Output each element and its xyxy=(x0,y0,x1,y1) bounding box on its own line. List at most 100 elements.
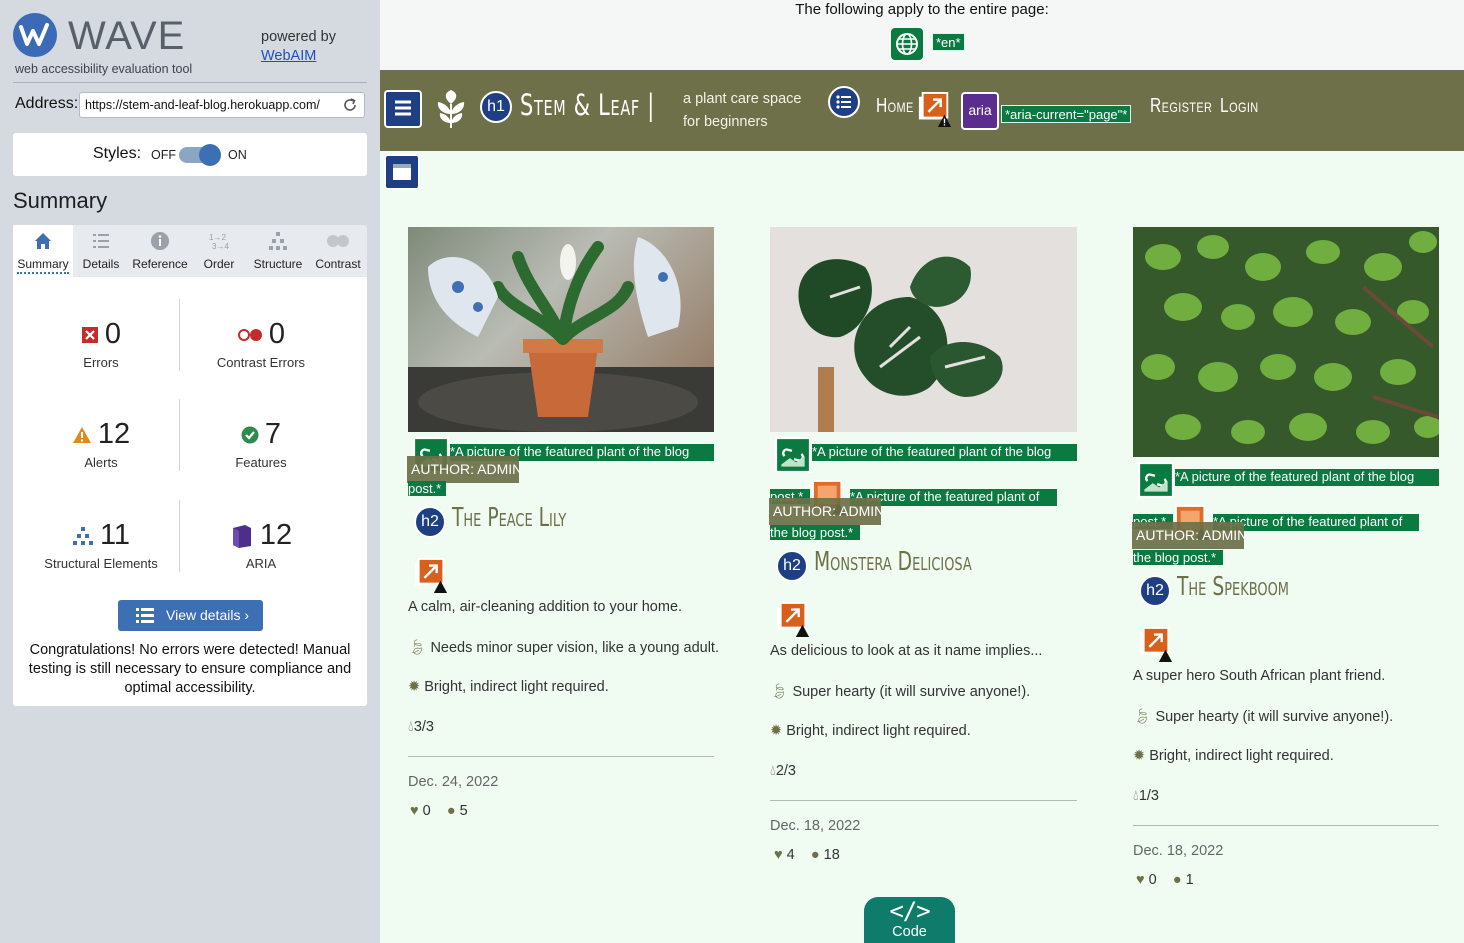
sidebar-divider xyxy=(13,82,367,83)
comment-icon[interactable]: ● xyxy=(447,803,456,819)
like-count: 4 xyxy=(786,847,795,863)
alt-text-tag-tail: the blog post.* xyxy=(1133,550,1223,565)
leaf-logo-icon[interactable] xyxy=(434,90,468,130)
care-level: 🍃︎ Super hearty (it will survive anyone!… xyxy=(1133,708,1393,725)
card-divider xyxy=(1133,825,1439,826)
comment-count: 18 xyxy=(823,847,840,863)
webaim-link[interactable]: WebAIM xyxy=(261,48,316,64)
info-icon xyxy=(151,232,169,250)
comment-count: 1 xyxy=(1185,872,1194,888)
post-excerpt: As delicious to look at as it name impli… xyxy=(770,643,1043,659)
nav-home[interactable]: Home xyxy=(876,95,914,118)
list-icon xyxy=(136,608,154,623)
like-count: 0 xyxy=(422,803,431,819)
list-badge-icon xyxy=(828,86,860,118)
contrast-stat[interactable]: 0 Contrast Errors xyxy=(181,318,341,370)
site-navbar: h1 Stem & Leaf | a plant care space for … xyxy=(380,70,1464,151)
post-image-peace-lily[interactable] xyxy=(408,227,714,432)
post-date: Dec. 18, 2022 xyxy=(770,818,861,834)
heart-icon[interactable]: ♥ xyxy=(774,847,783,863)
tagline-line-2: for beginners xyxy=(683,114,768,130)
view-details-button[interactable]: View details › xyxy=(118,600,263,631)
address-input[interactable]: https://stem-and-leaf-blog.herokuapp.com… xyxy=(79,92,365,118)
post-image-monstera[interactable] xyxy=(770,227,1077,432)
post-title[interactable]: The Spekboom xyxy=(1177,572,1289,602)
linked-image-icon[interactable] xyxy=(1138,462,1174,498)
light-text: Bright, indirect light required. xyxy=(1149,748,1334,764)
errors-stat[interactable]: 0 Errors xyxy=(21,318,181,370)
contrast-icon xyxy=(327,235,349,247)
aria-badge: aria xyxy=(961,92,999,130)
redundant-link-alert-icon[interactable] xyxy=(917,92,953,128)
address-label: Address: xyxy=(15,95,79,112)
wave-subtitle: web accessibility evaluation tool xyxy=(15,62,193,76)
tab-label: Order xyxy=(203,257,235,271)
page-wide-note: The following apply to the entire page: … xyxy=(380,0,1464,70)
structural-stat[interactable]: 11 Structural Elements xyxy=(21,519,181,571)
nav-register[interactable]: Register xyxy=(1150,95,1212,118)
alerts-stat[interactable]: 12 Alerts xyxy=(21,418,181,470)
wave-sidebar: WAVE web accessibility evaluation tool p… xyxy=(0,0,380,943)
post-date: Dec. 18, 2022 xyxy=(1133,843,1224,859)
linked-image-icon[interactable] xyxy=(775,437,811,473)
tagline-line-1: a plant care space xyxy=(683,91,802,107)
comment-icon[interactable]: ● xyxy=(1173,872,1182,888)
aria-stat[interactable]: 12 ARIA xyxy=(181,519,341,571)
reload-icon[interactable] xyxy=(342,97,358,113)
redundant-link-alert-icon[interactable] xyxy=(775,602,811,638)
light-text: Bright, indirect light required. xyxy=(786,723,971,739)
care-text: Needs minor super vision, like a young a… xyxy=(430,640,719,656)
site-brand[interactable]: Stem & Leaf | xyxy=(520,88,655,122)
alerts-count: 12 xyxy=(97,418,131,450)
page-preview: The following apply to the entire page: … xyxy=(380,0,1464,943)
tab-details[interactable]: Details xyxy=(73,225,129,277)
tab-contrast[interactable]: Contrast xyxy=(309,225,367,277)
light-level: ✹ Bright, indirect light required. xyxy=(408,679,609,695)
redundant-link-alert-icon[interactable] xyxy=(1138,627,1174,663)
error-icon xyxy=(81,326,98,343)
redundant-link-alert-icon[interactable] xyxy=(413,558,449,594)
tab-label: Structure xyxy=(253,257,303,271)
navigation-region-icon[interactable] xyxy=(384,90,422,128)
main-region-icon[interactable] xyxy=(384,154,420,190)
h2-badge: h2 xyxy=(1139,575,1171,607)
code-toggle-button[interactable]: </> Code xyxy=(864,897,955,943)
errors-label: Errors xyxy=(83,355,119,370)
sun-icon: ✹ xyxy=(408,679,425,695)
alerts-label: Alerts xyxy=(84,455,118,470)
svg-text:1→2: 1→2 xyxy=(209,233,226,242)
water-level: 💧︎1/3 xyxy=(1133,788,1159,804)
alt-text-tag: *A picture of the featured plant of the … xyxy=(1175,469,1439,486)
aria-count: 12 xyxy=(259,519,293,551)
congrats-message: Congratulations! No errors were detected… xyxy=(28,642,352,696)
heart-icon[interactable]: ♥ xyxy=(410,803,419,819)
water-text: 1/3 xyxy=(1138,788,1159,804)
tab-summary[interactable]: Summary xyxy=(13,225,73,277)
language-icon[interactable] xyxy=(891,28,923,60)
aria-label: ARIA xyxy=(245,556,277,571)
leaf-icon: 🍃︎ xyxy=(1133,709,1156,725)
water-level: 💧︎3/3 xyxy=(408,719,434,735)
comment-icon[interactable]: ● xyxy=(811,847,820,863)
post-stats: ♥ 4 ● 18 xyxy=(774,847,840,863)
post-title[interactable]: The Peace Lily xyxy=(452,503,566,533)
h1-badge: h1 xyxy=(480,91,512,123)
post-image-spekboom[interactable] xyxy=(1133,227,1439,457)
tab-order[interactable]: 1→2 3→4 Order xyxy=(191,225,247,277)
styles-on-label: ON xyxy=(228,148,247,162)
styles-toggle[interactable] xyxy=(179,144,221,166)
care-level: 🍃︎ Needs minor super vision, like a youn… xyxy=(408,639,719,656)
contrast-count: 0 xyxy=(268,318,286,350)
tab-structure[interactable]: Structure xyxy=(247,225,309,277)
heart-icon[interactable]: ♥ xyxy=(1136,872,1145,888)
tab-reference[interactable]: Reference xyxy=(129,225,191,277)
care-text: Super hearty (it will survive anyone!). xyxy=(1155,709,1394,725)
wave-tabs: Summary Details Reference 1→2 3→4 Order S… xyxy=(13,225,367,277)
post-title[interactable]: Monstera Deliciosa xyxy=(814,547,972,577)
care-level: 🍃︎ Super hearty (it will survive anyone!… xyxy=(770,683,1030,700)
powered-by: powered by WebAIM xyxy=(261,28,336,66)
features-stat[interactable]: 7 Features xyxy=(181,418,341,470)
card-divider xyxy=(408,756,714,757)
nav-login[interactable]: Login xyxy=(1220,95,1259,118)
code-label: Code xyxy=(892,924,927,940)
